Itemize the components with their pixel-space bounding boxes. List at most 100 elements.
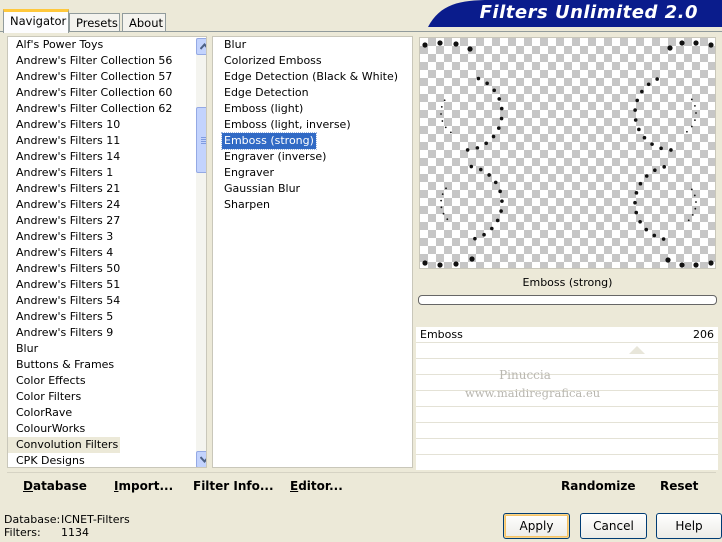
tab-navigator[interactable]: Navigator [3, 9, 69, 33]
parameter-empty [416, 423, 718, 439]
preview-dot [476, 76, 481, 81]
list-item[interactable]: Edge Detection [213, 85, 412, 101]
category-scrollbar[interactable] [196, 38, 206, 467]
list-item[interactable]: Andrew's Filters 9 [8, 325, 206, 341]
database-button[interactable]: Database [23, 479, 87, 493]
preview-dot [444, 126, 447, 129]
action-label: ditor... [298, 479, 343, 493]
preview-dot [453, 41, 459, 47]
preview-dot [446, 218, 449, 221]
randomize-button[interactable]: Randomize [561, 479, 635, 493]
list-item[interactable]: Colorized Emboss [213, 53, 412, 69]
list-item[interactable]: Andrew's Filters 14 [8, 149, 206, 165]
preview-dot [469, 256, 475, 262]
parameter-empty [416, 407, 718, 423]
tab-about[interactable]: About [122, 13, 166, 32]
list-item[interactable]: ColorRave [8, 405, 206, 421]
preview-dot [445, 187, 447, 190]
preview-dot [453, 261, 459, 267]
preview-dot [661, 237, 666, 241]
preview-dot [467, 46, 473, 52]
apply-button[interactable]: Apply [503, 513, 570, 539]
editor-button[interactable]: Editor... [290, 479, 343, 493]
reset-button[interactable]: Reset [660, 479, 698, 493]
list-item[interactable]: Andrew's Filter Collection 56 [8, 53, 206, 69]
list-item[interactable]: Engraver [213, 165, 412, 181]
preview-dot [485, 81, 489, 86]
preview-dot [499, 106, 504, 111]
list-item[interactable]: Andrew's Filter Collection 60 [8, 85, 206, 101]
effect-list[interactable]: Blur Colorized Emboss Edge Detection (Blac… [212, 36, 413, 468]
scroll-thumb[interactable] [196, 107, 206, 173]
preview-dot [633, 108, 637, 112]
preview-dot [690, 125, 693, 128]
list-item[interactable]: Blur [8, 341, 206, 357]
help-button[interactable]: Help [656, 513, 722, 539]
preview-dot [499, 209, 503, 213]
product-banner: Filters Unlimited 2.0 [420, 0, 722, 27]
preview-dot [443, 99, 446, 102]
list-item[interactable]: Andrew's Filter Collection 57 [8, 69, 206, 85]
list-item[interactable]: Andrew's Filters 50 [8, 261, 206, 277]
list-item[interactable]: Andrew's Filters 54 [8, 293, 206, 309]
list-item[interactable]: Gaussian Blur [213, 181, 412, 197]
preview-dot [490, 226, 494, 231]
preview-dot [662, 165, 667, 169]
list-item[interactable]: Andrew's Filters 11 [8, 133, 206, 149]
list-item[interactable]: Andrew's Filters 24 [8, 197, 206, 213]
effect-items: Blur Colorized Emboss Edge Detection (Blac… [213, 37, 412, 213]
list-item[interactable]: Andrew's Filters 1 [8, 165, 206, 181]
preview-dot [708, 260, 714, 266]
scroll-up-button[interactable] [196, 38, 206, 55]
list-item[interactable]: Blur [213, 37, 412, 53]
preview-image [422, 40, 714, 268]
filter-category-list[interactable]: Alf's Power Toys Andrew's Filter Collecti… [7, 36, 207, 468]
cancel-button[interactable]: Cancel [580, 513, 647, 539]
list-item[interactable]: Emboss (strong) [213, 132, 412, 150]
preview-dot [478, 167, 483, 172]
list-item[interactable]: Andrew's Filters 10 [8, 117, 206, 133]
preview-dot [441, 120, 444, 122]
list-item[interactable]: Andrew's Filters 27 [8, 213, 206, 229]
list-item[interactable]: Andrew's Filters 21 [8, 181, 206, 197]
import-button[interactable]: Import... [114, 479, 173, 493]
list-item[interactable]: Andrew's Filters 3 [8, 229, 206, 245]
list-item[interactable]: Emboss (light) [213, 101, 412, 117]
list-item[interactable]: Color Effects [8, 373, 206, 389]
list-item[interactable]: Andrew's Filters 4 [8, 245, 206, 261]
list-item[interactable]: Convolution Filters [8, 437, 120, 453]
preview-dot [437, 40, 443, 46]
scroll-down-button[interactable] [196, 451, 206, 467]
accel-key: E [290, 479, 299, 493]
parameter-emboss[interactable]: Emboss 206 [416, 327, 718, 354]
preview-dot [497, 97, 502, 101]
list-item[interactable]: Color Filters [8, 389, 206, 405]
preview-dot [440, 113, 442, 115]
list-item[interactable]: Sharpen [213, 197, 412, 213]
list-item[interactable]: CPK Designs [8, 453, 206, 467]
list-item[interactable]: Alf's Power Toys [8, 37, 206, 53]
preview-dot [690, 98, 693, 101]
preview-dot [693, 40, 699, 46]
list-item[interactable]: Buttons & Frames [8, 357, 206, 373]
list-item[interactable]: Andrew's Filters 5 [8, 309, 206, 325]
preview-dot [650, 142, 654, 146]
slider-track[interactable] [464, 339, 678, 354]
preview-dot [694, 119, 696, 121]
preview-dot [422, 260, 428, 266]
list-item[interactable]: Andrew's Filters 51 [8, 277, 206, 293]
preview-dot [441, 193, 444, 196]
preview-dot [693, 262, 699, 268]
list-item[interactable]: Emboss (light, inverse) [213, 117, 412, 133]
list-item[interactable]: Andrew's Filter Collection 62 [8, 101, 206, 117]
preview-dot [449, 131, 452, 134]
list-item[interactable]: Engraver (inverse) [213, 149, 412, 165]
selected-effect[interactable]: Emboss (strong) [221, 132, 317, 150]
filter-info-button[interactable]: Filter Info... [193, 479, 274, 493]
list-item[interactable]: ColourWorks [8, 421, 206, 437]
list-item[interactable]: Edge Detection (Black & White) [213, 69, 412, 85]
action-label: mport... [118, 479, 174, 493]
tab-presets[interactable]: Presets [69, 13, 120, 32]
grip-icon [201, 137, 206, 138]
progress-bar [418, 295, 717, 305]
